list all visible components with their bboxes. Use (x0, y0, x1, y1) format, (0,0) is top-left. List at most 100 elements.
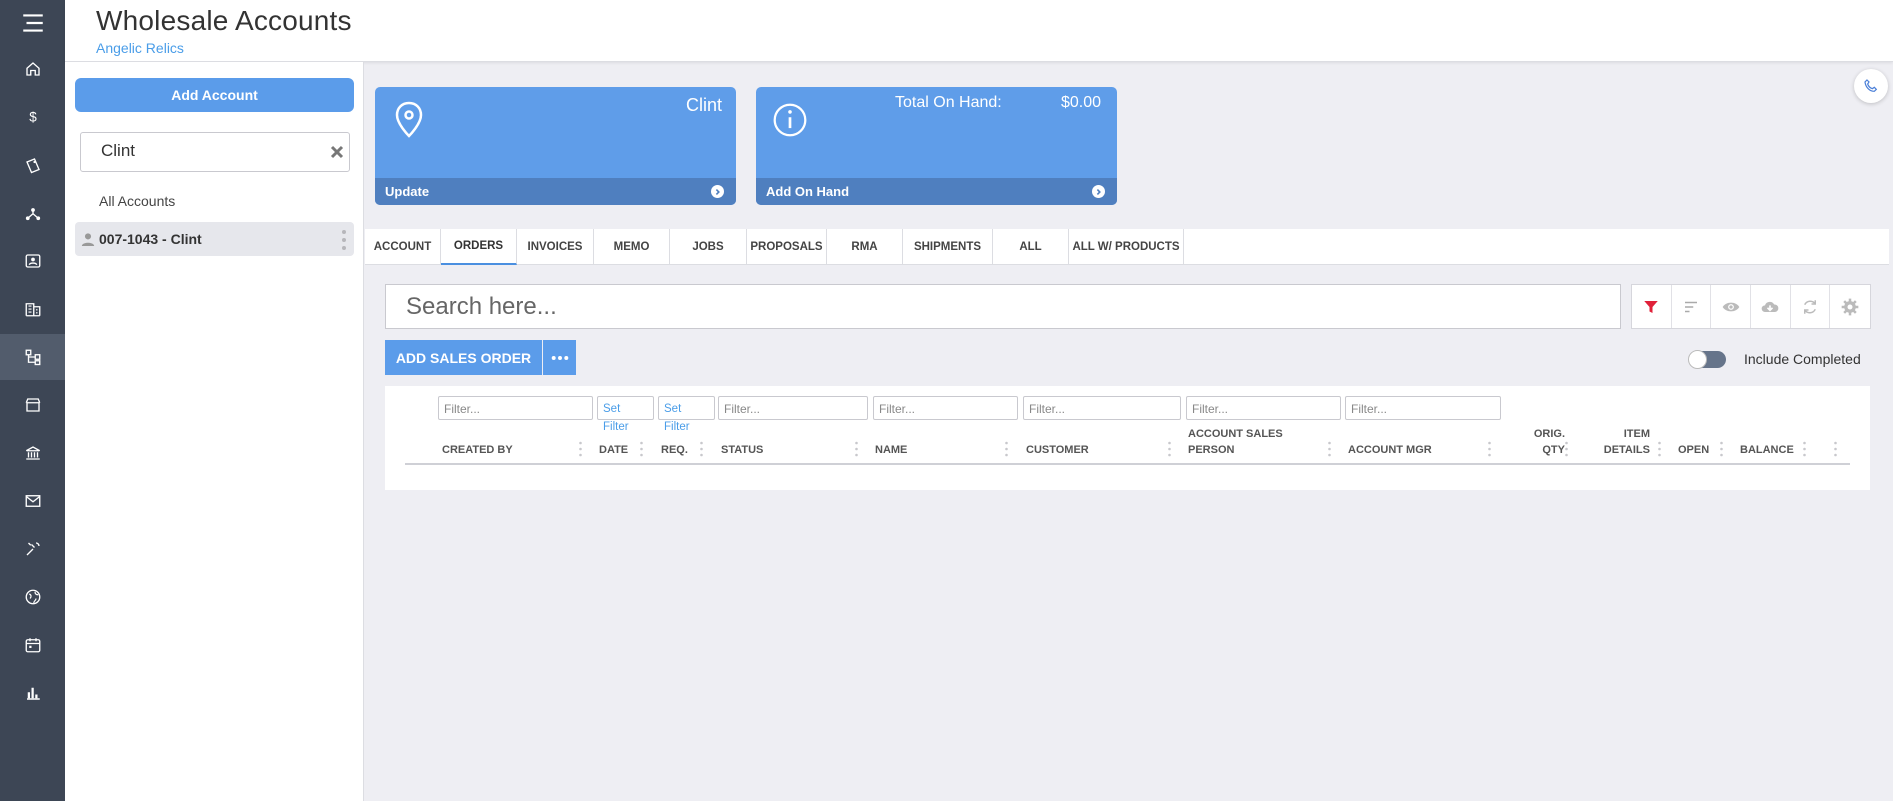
column-resize-handle[interactable] (1565, 441, 1568, 457)
dollar-icon[interactable]: $ (0, 94, 65, 140)
tab-shipments[interactable]: SHIPMENTS (903, 229, 993, 265)
store-icon[interactable] (0, 382, 65, 428)
set-filter-date[interactable]: Set Filter (597, 396, 654, 433)
building-icon[interactable] (0, 286, 65, 332)
column-item-details[interactable]: ITEM DETAILS (1585, 426, 1650, 458)
column-name[interactable]: NAME (875, 442, 907, 458)
tab-jobs[interactable]: JOBS (670, 229, 747, 265)
bar-chart-icon[interactable] (0, 670, 65, 716)
sort-icon[interactable] (1672, 285, 1712, 328)
column-resize-handle[interactable] (1658, 441, 1661, 457)
chevron-right-icon (1092, 185, 1105, 198)
grid-toolbar (1631, 284, 1871, 329)
update-label: Update (385, 184, 430, 199)
column-resize-handle[interactable] (700, 441, 703, 457)
column-created-by[interactable]: CREATED BY (442, 442, 513, 458)
column-resize-handle[interactable] (855, 441, 858, 457)
kebab-menu-icon[interactable] (342, 229, 346, 251)
nav-rail: $ (0, 0, 65, 801)
phone-icon (1864, 79, 1878, 92)
column-resize-handle[interactable] (640, 441, 643, 457)
account-list-item[interactable]: 007-1043 - Clint (75, 222, 354, 256)
phone-button[interactable] (1854, 69, 1888, 103)
column-open[interactable]: OPEN (1678, 442, 1709, 458)
tab-invoices[interactable]: INVOICES (517, 229, 594, 265)
svg-text:$: $ (29, 110, 37, 125)
location-card: Clint Update (375, 87, 736, 205)
column-resize-handle[interactable] (1803, 441, 1806, 457)
refresh-icon[interactable] (1791, 285, 1831, 328)
column-resize-handle[interactable] (1168, 441, 1171, 457)
calendar-icon[interactable] (0, 622, 65, 668)
set-filter-req[interactable]: Set Filter (658, 396, 715, 433)
total-on-hand-label: Total On Hand: (895, 94, 1002, 111)
contact-card-icon[interactable] (0, 238, 65, 284)
column-resize-handle[interactable] (1488, 441, 1491, 457)
column-resize-handle[interactable] (1328, 441, 1331, 457)
on-hand-card: Total On Hand: $0.00 Add On Hand (756, 87, 1117, 205)
header-divider (405, 463, 1850, 465)
tab-orders[interactable]: ORDERS (441, 229, 517, 265)
column-balance[interactable]: BALANCE (1740, 442, 1794, 458)
gear-icon[interactable] (1830, 285, 1870, 328)
tab-memo[interactable]: MEMO (594, 229, 670, 265)
tools-icon[interactable] (0, 526, 65, 572)
add-on-hand-link[interactable]: Add On Hand (756, 178, 1117, 205)
account-search-input[interactable] (81, 133, 301, 169)
filter-created-by[interactable]: Filter... (438, 396, 593, 420)
filter-icon[interactable] (1632, 285, 1672, 328)
tab-rma[interactable]: RMA (827, 229, 903, 265)
column-customer[interactable]: CUSTOMER (1026, 442, 1089, 458)
column-resize-handle[interactable] (1005, 441, 1008, 457)
cloud-download-icon[interactable] (1751, 285, 1791, 328)
include-completed-label: Include Completed (1744, 351, 1861, 367)
add-sales-order-button[interactable]: ADD SALES ORDER (385, 340, 542, 375)
column-account-mgr[interactable]: ACCOUNT MGR (1348, 442, 1432, 458)
column-status[interactable]: STATUS (721, 442, 763, 458)
map-pin-icon (395, 101, 423, 138)
column-req[interactable]: REQ. (661, 442, 688, 458)
accounts-panel: Add Account All Accounts 007-1043 - Clin… (65, 62, 364, 801)
tag-icon[interactable] (0, 142, 65, 188)
network-icon[interactable] (0, 190, 65, 236)
column-orig-qty[interactable]: ORIG. QTY (1510, 426, 1565, 458)
update-link[interactable]: Update (375, 178, 736, 205)
record-tabs: ACCOUNT ORDERS INVOICES MEMO JOBS PROPOS… (365, 229, 1889, 265)
add-account-button[interactable]: Add Account (75, 78, 354, 112)
menu-icon[interactable] (0, 0, 65, 46)
account-label: 007-1043 - Clint (99, 231, 202, 247)
mail-icon[interactable] (0, 478, 65, 524)
filter-name[interactable]: Filter... (873, 396, 1018, 420)
filter-account-sales-person[interactable]: Filter... (1186, 396, 1341, 420)
bank-icon[interactable] (0, 430, 65, 476)
clear-search-icon[interactable] (327, 142, 347, 162)
ellipsis-icon (551, 355, 568, 360)
filter-status[interactable]: Filter... (718, 396, 868, 420)
orders-search (385, 284, 1621, 329)
column-resize-handle[interactable] (1834, 441, 1837, 457)
more-options-button[interactable] (543, 340, 576, 375)
column-date[interactable]: DATE (599, 442, 628, 458)
eye-icon[interactable] (1711, 285, 1752, 328)
column-resize-handle[interactable] (579, 441, 582, 457)
filter-account-mgr[interactable]: Filter... (1345, 396, 1501, 420)
page-title: Wholesale Accounts (96, 5, 352, 36)
tab-all-with-products[interactable]: ALL W/ PRODUCTS (1069, 229, 1184, 265)
column-resize-handle[interactable] (1720, 441, 1723, 457)
column-account-sales-person[interactable]: ACCOUNT SALES PERSON (1188, 426, 1298, 458)
orders-search-input[interactable] (386, 285, 1620, 328)
account-search-field (80, 132, 350, 172)
person-icon (81, 233, 95, 246)
all-accounts-link[interactable]: All Accounts (99, 193, 175, 209)
include-completed-toggle[interactable] (1688, 350, 1726, 369)
add-on-hand-label: Add On Hand (766, 184, 850, 199)
tab-proposals[interactable]: PROPOSALS (747, 229, 827, 265)
globe-icon[interactable] (0, 574, 65, 620)
page-header: Wholesale Accounts Angelic Relics (65, 0, 1893, 62)
hierarchy-icon[interactable] (0, 334, 65, 380)
home-icon[interactable] (0, 46, 65, 92)
page-subtitle-link[interactable]: Angelic Relics (96, 40, 184, 56)
tab-all[interactable]: ALL (993, 229, 1069, 265)
tab-account[interactable]: ACCOUNT (365, 229, 441, 265)
filter-customer[interactable]: Filter... (1023, 396, 1181, 420)
